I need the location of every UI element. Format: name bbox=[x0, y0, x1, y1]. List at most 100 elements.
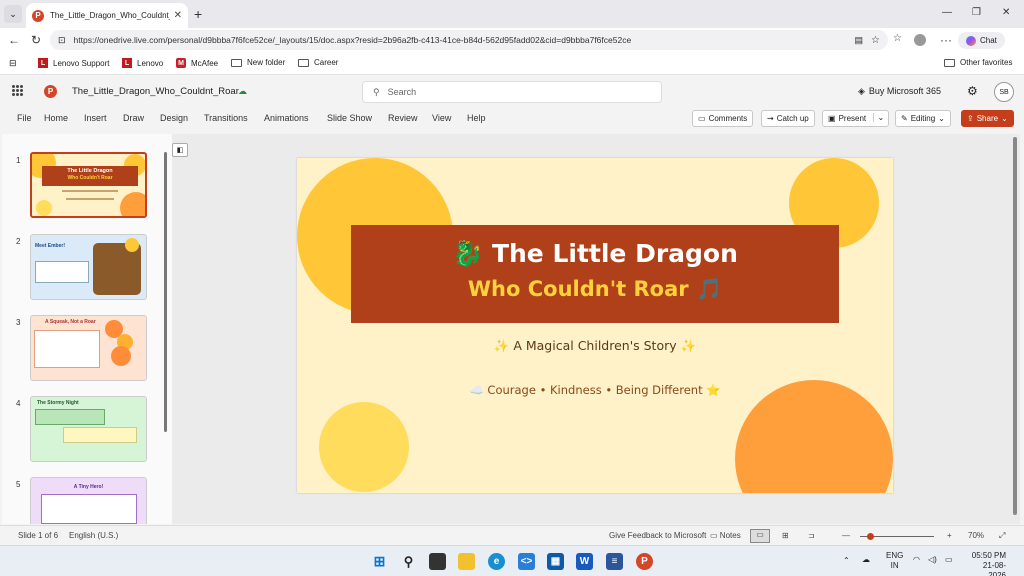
search-icon[interactable]: ⚲ bbox=[400, 553, 417, 570]
clock-time: 05:50 PM bbox=[971, 551, 1006, 560]
favorites-toggle-icon[interactable]: ⊟ bbox=[9, 58, 17, 69]
profile-icon[interactable] bbox=[914, 34, 926, 46]
menu-view[interactable]: View bbox=[432, 113, 451, 123]
catch-up-button[interactable]: ⇝ Catch up bbox=[761, 110, 815, 127]
settings-gear-icon[interactable]: ⚙ bbox=[967, 84, 978, 98]
powerpoint-icon: P bbox=[32, 9, 44, 22]
close-window-icon[interactable]: ✕ bbox=[1002, 7, 1010, 18]
region-code: IN bbox=[890, 561, 899, 570]
present-button[interactable]: ▣ Present ⌄ bbox=[822, 110, 890, 127]
edge-browser-icon[interactable]: e bbox=[488, 553, 505, 570]
fit-to-window-icon[interactable]: ⤢ bbox=[999, 531, 1005, 541]
normal-view-icon[interactable]: ▭ bbox=[750, 529, 770, 543]
favorites-bar: ⊟ L Lenovo Support L Lenovo M McAfee New fo… bbox=[0, 53, 1024, 75]
copilot-chat-button[interactable]: Chat bbox=[958, 32, 1005, 49]
menu-draw[interactable]: Draw bbox=[123, 113, 144, 123]
comments-button[interactable]: ▭ Comments bbox=[692, 110, 754, 127]
saved-cloud-icon[interactable]: ☁ bbox=[238, 86, 247, 97]
back-icon[interactable]: ← bbox=[8, 33, 20, 47]
thumbnail-number: 4 bbox=[16, 399, 21, 408]
reader-icon[interactable]: ▤ bbox=[855, 35, 864, 46]
clock[interactable]: 05:50 PM 21-08-2026 bbox=[970, 551, 1006, 576]
menu-insert[interactable]: Insert bbox=[84, 113, 107, 123]
editing-mode-button[interactable]: ✎ Editing ⌄ bbox=[895, 110, 951, 127]
avatar[interactable]: SB bbox=[994, 82, 1014, 102]
comments-label: Comments bbox=[708, 114, 748, 123]
menu-review[interactable]: Review bbox=[388, 113, 418, 123]
browser-tab[interactable]: P The_Little_Dragon_Who_Couldnt_R ✕ bbox=[26, 3, 188, 28]
menu-file[interactable]: File bbox=[17, 113, 32, 123]
chevron-down-icon[interactable]: ⌄ bbox=[873, 113, 884, 122]
favorites-icon[interactable]: ☆ bbox=[893, 33, 902, 44]
share-button[interactable]: ⇪ Share ⌄ bbox=[961, 110, 1014, 127]
input-language[interactable]: ENG IN bbox=[886, 551, 903, 571]
zoom-in-icon[interactable]: + bbox=[947, 531, 952, 540]
favorite-lenovo[interactable]: L Lenovo bbox=[122, 58, 163, 68]
new-tab-icon[interactable]: + bbox=[194, 6, 202, 22]
document-title[interactable]: The_Little_Dragon_Who_Couldnt_Roar bbox=[72, 86, 239, 97]
minimize-icon[interactable]: — bbox=[942, 7, 952, 18]
restore-icon[interactable]: ❐ bbox=[972, 7, 981, 18]
favorite-lenovo-support[interactable]: L Lenovo Support bbox=[38, 58, 110, 68]
search-box[interactable]: ⚲ Search bbox=[362, 81, 662, 103]
address-bar[interactable]: ⊡ https://onedrive.live.com/personal/d9b… bbox=[50, 30, 888, 50]
thumbnail-slide-3[interactable]: A Squeak, Not a Roar bbox=[30, 315, 147, 381]
battery-icon[interactable]: ▭ bbox=[945, 555, 953, 564]
slide-canvas[interactable]: 🐉 The Little Dragon Who Couldn't Roar 🎵 … bbox=[297, 158, 893, 493]
thumbnail-slide-2[interactable]: Meet Ember! bbox=[30, 234, 147, 300]
thumbnail-slide-4[interactable]: The Stormy Night bbox=[30, 396, 147, 462]
feedback-link[interactable]: Give Feedback to Microsoft bbox=[609, 531, 706, 540]
favorite-new-folder[interactable]: New folder bbox=[231, 58, 285, 67]
chevron-down-icon: ⌄ bbox=[1001, 114, 1008, 123]
favorite-career[interactable]: Career bbox=[298, 58, 338, 67]
file-explorer-icon[interactable] bbox=[458, 553, 475, 570]
site-info-icon[interactable]: ⊡ bbox=[58, 35, 66, 46]
vscode-icon[interactable]: <> bbox=[518, 553, 535, 570]
decor-circle bbox=[319, 402, 409, 492]
wifi-icon[interactable]: ◠ bbox=[913, 555, 920, 564]
close-tab-icon[interactable]: ✕ bbox=[174, 10, 182, 21]
menu-transitions[interactable]: Transitions bbox=[204, 113, 248, 123]
other-favorites[interactable]: Other favorites bbox=[944, 58, 1012, 67]
thumbnail-number: 2 bbox=[16, 237, 21, 246]
notes-button[interactable]: ▭ Notes bbox=[710, 531, 741, 540]
folder-icon bbox=[231, 58, 242, 67]
buy-microsoft-365-button[interactable]: ◈ Buy Microsoft 365 bbox=[858, 86, 941, 97]
windows-start-icon[interactable]: ⊞ bbox=[371, 553, 388, 570]
refresh-icon[interactable]: ↻ bbox=[31, 33, 41, 47]
favorite-mcafee[interactable]: M McAfee bbox=[176, 58, 218, 68]
more-icon[interactable]: ··· bbox=[940, 33, 952, 47]
favorite-label: Lenovo bbox=[137, 58, 164, 68]
chevron-up-icon[interactable]: ⌃ bbox=[843, 556, 850, 565]
notepad-icon[interactable]: ≡ bbox=[606, 553, 623, 570]
task-view-icon[interactable] bbox=[429, 553, 446, 570]
copilot-icon bbox=[966, 35, 976, 46]
thumbnail-scrollbar[interactable] bbox=[164, 152, 167, 432]
menu-home[interactable]: Home bbox=[44, 113, 68, 123]
menu-help[interactable]: Help bbox=[467, 113, 486, 123]
language-indicator[interactable]: English (U.S.) bbox=[69, 531, 118, 540]
volume-icon[interactable]: ◁) bbox=[928, 555, 937, 564]
vertical-scrollbar[interactable] bbox=[1013, 137, 1017, 515]
app-launcher-icon[interactable] bbox=[12, 85, 23, 96]
share-icon: ⇪ bbox=[967, 114, 974, 123]
zoom-out-icon[interactable]: — bbox=[842, 531, 850, 540]
powerpoint-icon[interactable]: P bbox=[636, 553, 653, 570]
slide-thumbnail-pane: 1 The Little Dragon Who Couldn't Roar 2 … bbox=[2, 134, 172, 524]
panel-toggle-icon[interactable]: ◧ bbox=[172, 143, 188, 157]
zoom-level[interactable]: 70% bbox=[968, 531, 984, 540]
menu-animations[interactable]: Animations bbox=[264, 113, 309, 123]
zoom-slider-handle[interactable] bbox=[867, 533, 874, 540]
thumbnail-slide-5[interactable]: A Tiny Hero! bbox=[30, 477, 147, 524]
menu-slide-show[interactable]: Slide Show bbox=[327, 113, 372, 123]
slide-sorter-icon[interactable]: ⊞ bbox=[782, 531, 789, 540]
reading-view-icon[interactable]: ⊐ bbox=[808, 531, 815, 540]
thumbnail-slide-1[interactable]: The Little Dragon Who Couldn't Roar bbox=[30, 152, 147, 218]
favorite-star-icon[interactable]: ☆ bbox=[871, 35, 880, 46]
tab-list-button[interactable]: ⌄ bbox=[4, 5, 22, 23]
menu-design[interactable]: Design bbox=[160, 113, 188, 123]
store-icon[interactable]: ▦ bbox=[547, 553, 564, 570]
cloud-sync-icon[interactable]: ☁ bbox=[862, 555, 870, 564]
tab-title: The_Little_Dragon_Who_Couldnt_R bbox=[50, 11, 170, 20]
word-icon[interactable]: W bbox=[576, 553, 593, 570]
